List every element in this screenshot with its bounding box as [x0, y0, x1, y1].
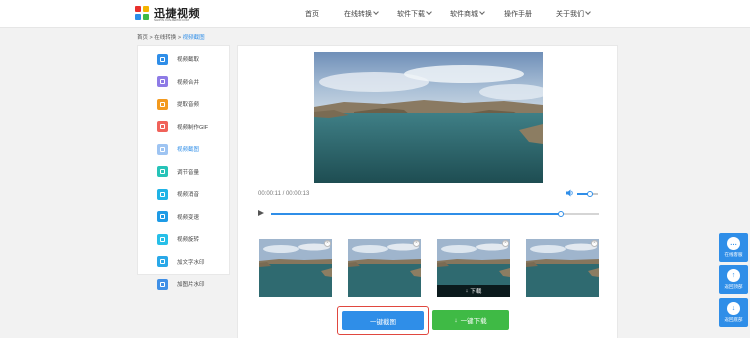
- sidebar-item-2[interactable]: 视频合并: [138, 71, 229, 94]
- progress-bar[interactable]: [271, 211, 599, 217]
- sidebar-item-11[interactable]: 加图片水印: [138, 273, 229, 296]
- sidebar-item-label: 视频制作GIF: [177, 124, 209, 131]
- time-display: 00:00:11 / 00:00:13: [258, 191, 310, 197]
- thumbnail-download-button[interactable]: ↓ 下载: [437, 285, 510, 297]
- close-icon[interactable]: ×: [324, 240, 331, 247]
- download-icon: ↓: [454, 316, 458, 324]
- nav-software-download[interactable]: 软件下载: [397, 9, 432, 19]
- float-tool-label: 返回底部: [724, 317, 743, 322]
- tool-sidebar: 视频截取视频合并提取音频视频制作GIF 视频截图调节音量视频消音视频变速视频旋转加…: [137, 45, 230, 290]
- sidebar-item-6[interactable]: 调节音量: [138, 161, 229, 184]
- top-header: 迅捷视频 SHIPIN.XUNJIEPDF.COM 首页 在线转换 软件下载 软…: [0, 0, 750, 28]
- sidebar-item-4[interactable]: 视频制作GIF: [138, 116, 229, 139]
- sidebar-item-1[interactable]: 视频截取: [138, 48, 229, 71]
- progress-bar-handle[interactable]: [558, 211, 565, 217]
- float-tool-1[interactable]: … 在线客服: [719, 233, 748, 262]
- sidebar-item-label: 视频合并: [177, 79, 200, 86]
- sidebar-item-7[interactable]: 视频消音: [138, 183, 229, 206]
- float-tool-label: 在线客服: [724, 252, 743, 257]
- chevron-down-icon: [373, 9, 379, 15]
- download-all-button[interactable]: ↓ 一键下载: [432, 310, 509, 330]
- nav-software-store[interactable]: 软件商城: [450, 9, 485, 19]
- screenshot-thumbnail[interactable]: ×: [526, 239, 599, 297]
- download-all-label: 一键下载: [460, 318, 487, 325]
- gif-icon: [157, 121, 168, 133]
- video-preview[interactable]: [314, 52, 543, 183]
- nav-online-convert[interactable]: 在线转换: [344, 9, 379, 19]
- screenshot-thumbnail[interactable]: × ↓ 下载: [437, 239, 510, 297]
- screenshot-thumbnail[interactable]: ×: [259, 239, 332, 297]
- breadcrumb-home[interactable]: 首页: [137, 35, 148, 41]
- nav-about[interactable]: 关于我们: [556, 9, 591, 19]
- breadcrumb-current: 视频截图: [182, 35, 205, 41]
- capture-button[interactable]: 一键截图: [342, 311, 424, 330]
- arrow-down-icon: ↓: [727, 302, 740, 315]
- sidebar-item-label: 视频消音: [177, 192, 200, 199]
- screenshot-thumbnail[interactable]: ×: [348, 239, 421, 297]
- volume-icon: [157, 166, 168, 178]
- progress-bar-fill: [271, 213, 562, 215]
- logo-mark-icon: [135, 6, 151, 22]
- site-logo[interactable]: 迅捷视频 SHIPIN.XUNJIEPDF.COM: [135, 4, 215, 24]
- thumbnail-download-label: 下载: [470, 289, 482, 295]
- crop-icon: [157, 53, 168, 65]
- float-tool-3[interactable]: ↓ 返回底部: [719, 298, 748, 327]
- sidebar-item-label: 提取音频: [177, 102, 200, 109]
- sidebar-item-label: 视频截取: [177, 57, 200, 64]
- image-watermark-icon: [157, 278, 168, 290]
- sidebar-item-9[interactable]: 视频旋转: [138, 228, 229, 251]
- chat-icon: …: [727, 237, 740, 250]
- merge-icon: [157, 76, 168, 88]
- screenshot-icon: [157, 143, 168, 155]
- sidebar-item-label: 视频旋转: [177, 237, 200, 244]
- sidebar-item-label: 加图片水印: [177, 282, 205, 289]
- volume-slider[interactable]: [577, 191, 598, 197]
- rotate-icon: [157, 233, 168, 245]
- capture-button-highlight: 一键截图: [337, 306, 429, 335]
- play-button[interactable]: [258, 210, 264, 216]
- sidebar-item-3[interactable]: 提取音频: [138, 93, 229, 116]
- text-watermark-icon: [157, 256, 168, 268]
- breadcrumb-section[interactable]: 在线转换: [154, 35, 176, 41]
- volume-slider-handle[interactable]: [586, 191, 593, 197]
- close-icon[interactable]: ×: [591, 240, 598, 247]
- sidebar-item-label: 加文字水印: [177, 259, 205, 266]
- close-icon[interactable]: ×: [502, 240, 509, 247]
- sidebar-item-5[interactable]: 视频截图: [138, 138, 229, 161]
- nav-home[interactable]: 首页: [305, 9, 319, 19]
- sidebar-item-label: 视频变速: [177, 214, 200, 221]
- sidebar-item-label: 视频截图: [177, 147, 200, 154]
- sidebar-item-8[interactable]: 视频变速: [138, 206, 229, 229]
- breadcrumb: 首页 > 在线转换 > 视频截图: [137, 35, 205, 41]
- chevron-down-icon: [426, 9, 432, 15]
- logo-subtext: SHIPIN.XUNJIEPDF.COM: [154, 18, 190, 22]
- speed-icon: [157, 211, 168, 223]
- nav-manual[interactable]: 操作手册: [504, 9, 532, 19]
- chevron-down-icon: [479, 9, 485, 15]
- arrow-up-icon: ↑: [727, 269, 740, 282]
- download-icon: ↓: [465, 288, 469, 294]
- mute-icon: [157, 188, 168, 200]
- main-panel: 00:00:11 / 00:00:13 × × × ↓ 下载 × 一键截图 ↓ 一键下载: [237, 45, 618, 338]
- headphones-icon: [157, 98, 168, 110]
- float-tool-2[interactable]: ↑ 返回顶部: [719, 265, 748, 294]
- close-icon[interactable]: ×: [413, 240, 420, 247]
- sidebar-item-10[interactable]: 加文字水印: [138, 251, 229, 274]
- sidebar-item-label: 调节音量: [177, 169, 200, 176]
- volume-icon[interactable]: [566, 189, 574, 197]
- float-tool-label: 返回顶部: [724, 284, 743, 289]
- chevron-down-icon: [585, 9, 591, 15]
